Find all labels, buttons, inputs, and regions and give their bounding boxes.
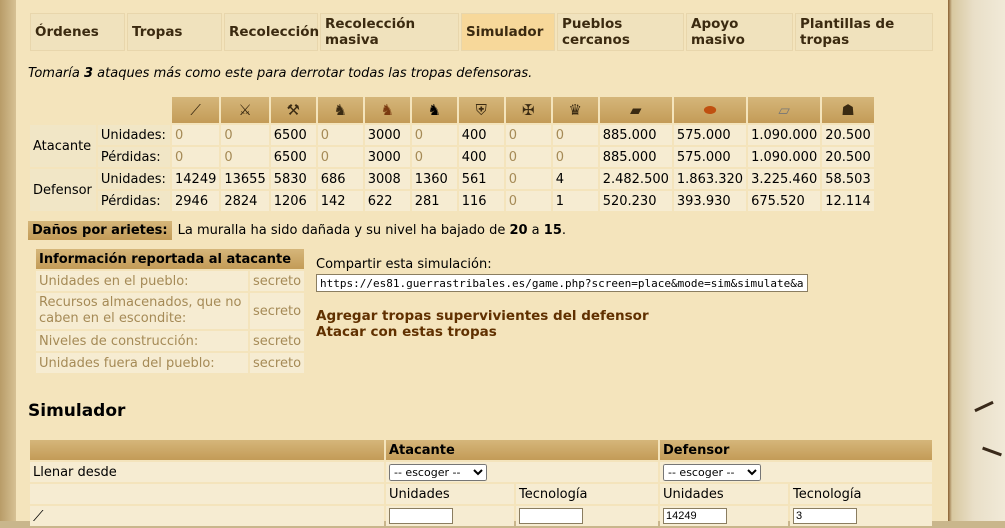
fill-from-label: Llenar desde xyxy=(30,462,384,482)
light-cavalry-icon: ♞ xyxy=(333,101,347,119)
tab-troop-templates[interactable]: Plantillas de tropas xyxy=(795,13,933,51)
ram-icon: ⛨ xyxy=(475,101,487,119)
knight-icon: ♛ xyxy=(568,101,582,119)
share-label: Compartir esta simulación: xyxy=(316,257,492,272)
spear-icon: ⟋ xyxy=(33,507,44,525)
attacker-spear-tech-input[interactable] xyxy=(519,508,583,524)
share-simulation: Compartir esta simulación: xyxy=(316,257,808,292)
attack-with-troops-link[interactable]: Atacar con estas tropas xyxy=(316,324,649,340)
defender-spear-tech-input[interactable] xyxy=(793,508,857,524)
simulator-form: Atacante Defensor Llenar desde -- escoge… xyxy=(28,438,934,528)
attacker-info-table: Información reportada al atacante Unidad… xyxy=(34,247,306,375)
tab-orders[interactable]: Órdenes xyxy=(30,13,125,51)
tab-simulator[interactable]: Simulador xyxy=(461,13,555,51)
defender-losses-row: Pérdidas: 2946 2824 1206 142 622 281 116… xyxy=(30,191,874,211)
info-title: Información reportada al atacante xyxy=(36,249,305,269)
action-links: Agregar tropas supervivientes del defens… xyxy=(316,308,649,340)
tab-nearby-villages[interactable]: Pueblos cercanos xyxy=(557,13,684,51)
attacker-losses-row: Pérdidas: 0 0 6500 0 3000 0 400 0 0 885.… xyxy=(30,147,874,167)
iron-icon: ▱ xyxy=(778,101,790,119)
farm-icon: ☗ xyxy=(841,101,855,119)
mounted-archer-icon: ♞ xyxy=(427,101,441,119)
simulation-summary: Tomaría 3 ataques más como este para der… xyxy=(28,66,533,81)
defender-fill-select[interactable]: -- escoger -- xyxy=(663,463,761,481)
attacker-units-row: Atacante Unidades: 0 0 6500 0 3000 0 400… xyxy=(30,125,874,167)
left-frame xyxy=(0,0,16,521)
ram-damage-label: Daños por arietes: xyxy=(28,221,172,240)
wood-icon: ▰ xyxy=(630,101,642,119)
result-table: ⟋ ⚔ ⚒ ♞ ♞ ♞ ⛨ ✠ ♛ ▰ ⬬ ▱ ☗ Atacante Unida… xyxy=(28,95,876,213)
heavy-cavalry-icon: ♞ xyxy=(380,101,394,119)
ram-damage: Daños por arietes: La muralla ha sido dañ… xyxy=(28,221,566,240)
right-frame xyxy=(944,0,1005,521)
tab-mass-scavenge[interactable]: Recolección masiva xyxy=(320,13,459,51)
defender-spear-units-input[interactable] xyxy=(663,508,727,524)
share-url-input[interactable] xyxy=(316,274,808,292)
tab-troops[interactable]: Tropas xyxy=(127,13,222,51)
clay-icon: ⬬ xyxy=(703,101,717,119)
spear-icon: ⟋ xyxy=(190,101,201,119)
attacker-header: Atacante xyxy=(386,440,658,460)
sword-icon: ⚔ xyxy=(238,101,252,119)
add-surviving-troops-link[interactable]: Agregar tropas supervivientes del defens… xyxy=(316,308,649,324)
defender-units-row: Defensor Unidades: 14249 13655 5830 686 … xyxy=(30,169,874,211)
place-nav: Órdenes Tropas Recolección Recolección m… xyxy=(30,13,933,51)
attacker-fill-select[interactable]: -- escoger -- xyxy=(389,463,487,481)
tab-scavenge[interactable]: Recolección xyxy=(224,13,319,51)
simulator-title: Simulador xyxy=(28,401,126,421)
defender-header: Defensor xyxy=(660,440,932,460)
attacker-label: Atacante xyxy=(30,125,96,167)
axe-icon: ⚒ xyxy=(286,101,300,119)
tab-mass-support[interactable]: Apoyo masivo xyxy=(686,13,793,51)
catapult-icon: ✠ xyxy=(521,101,535,119)
defender-label: Defensor xyxy=(30,169,96,211)
main-content: Órdenes Tropas Recolección Recolección m… xyxy=(16,0,948,526)
attacker-spear-units-input[interactable] xyxy=(389,508,453,524)
